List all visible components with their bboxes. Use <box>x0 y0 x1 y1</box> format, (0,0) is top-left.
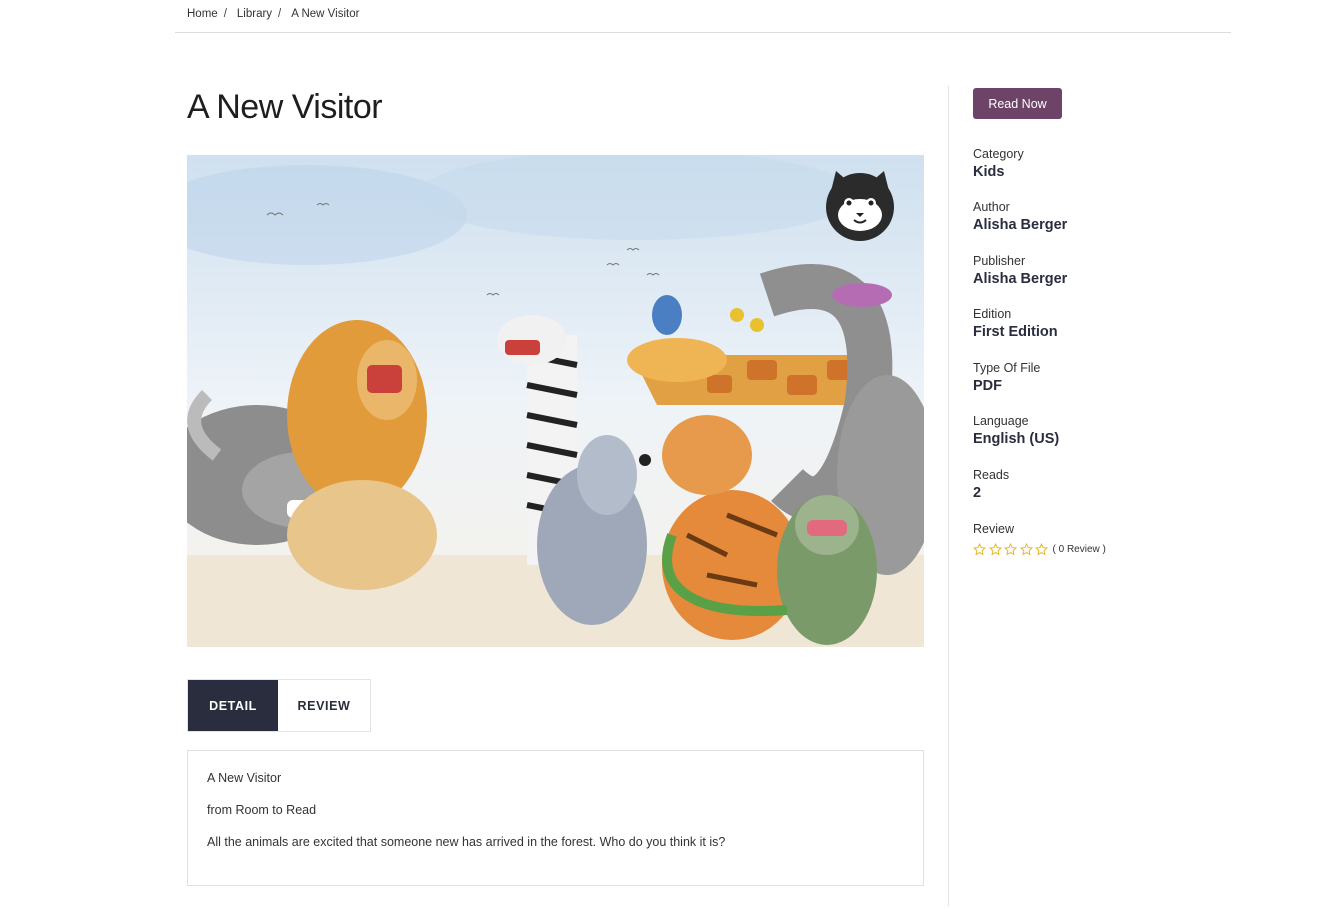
meta-value: Alisha Berger <box>973 217 1068 233</box>
star-rating: ( 0 Review ) <box>973 543 1106 556</box>
star-outline-icon <box>988 543 1002 556</box>
meta-value: Alisha Berger <box>973 271 1068 287</box>
breadcrumb-current: A New Visitor <box>291 8 360 20</box>
meta-value: 2 <box>973 485 982 501</box>
tab-review[interactable]: REVIEW <box>278 680 370 731</box>
meta-publisher: Publisher Alisha Berger <box>973 254 1067 287</box>
detail-panel: A New Visitor from Room to Read All the … <box>187 750 924 886</box>
meta-label: Publisher <box>973 254 1026 268</box>
breadcrumb: Home / Library / A New Visitor <box>175 0 1231 33</box>
meta-value: Kids <box>973 164 1005 180</box>
meta-value: PDF <box>973 378 1002 394</box>
star-outline-icon <box>1004 543 1017 556</box>
meta-label: Edition <box>973 307 1012 321</box>
star-outline-icon <box>1035 543 1048 556</box>
review-count[interactable]: ( 0 Review ) <box>1053 544 1106 555</box>
breadcrumb-separator: / <box>278 8 282 20</box>
tab-bar: DETAIL REVIEW <box>187 679 371 732</box>
meta-label: Review <box>973 522 1014 536</box>
meta-language: Language English (US) <box>973 414 1059 447</box>
meta-reads: Reads 2 <box>973 468 1009 501</box>
meta-label: Category <box>973 147 1024 161</box>
detail-title: A New Visitor <box>207 771 282 785</box>
breadcrumb-home[interactable]: Home <box>187 8 218 20</box>
meta-review: Review ( 0 Review ) <box>973 522 1106 556</box>
meta-value: English (US) <box>973 431 1060 447</box>
meta-label: Author <box>973 200 1010 214</box>
sidebar-divider <box>948 86 949 906</box>
breadcrumb-separator: / <box>223 8 227 20</box>
detail-source: from Room to Read <box>207 803 317 817</box>
meta-label: Language <box>973 414 1029 428</box>
page-title: A New Visitor <box>187 88 383 126</box>
tab-detail[interactable]: DETAIL <box>188 680 278 731</box>
meta-category: Category Kids <box>973 147 1024 180</box>
detail-description: All the animals are excited that someone… <box>207 835 726 849</box>
book-cover-image <box>187 155 924 647</box>
meta-label: Type Of File <box>973 361 1041 375</box>
meta-file-type: Type Of File PDF <box>973 361 1040 394</box>
star-outline-icon <box>973 543 986 556</box>
meta-edition: Edition First Edition <box>973 307 1058 340</box>
meta-author: Author Alisha Berger <box>973 200 1067 233</box>
meta-label: Reads <box>973 468 1010 482</box>
star-outline-icon <box>1019 543 1033 556</box>
read-now-button[interactable]: Read Now <box>973 88 1062 119</box>
meta-value: First Edition <box>973 324 1058 340</box>
breadcrumb-library[interactable]: Library <box>237 8 272 20</box>
